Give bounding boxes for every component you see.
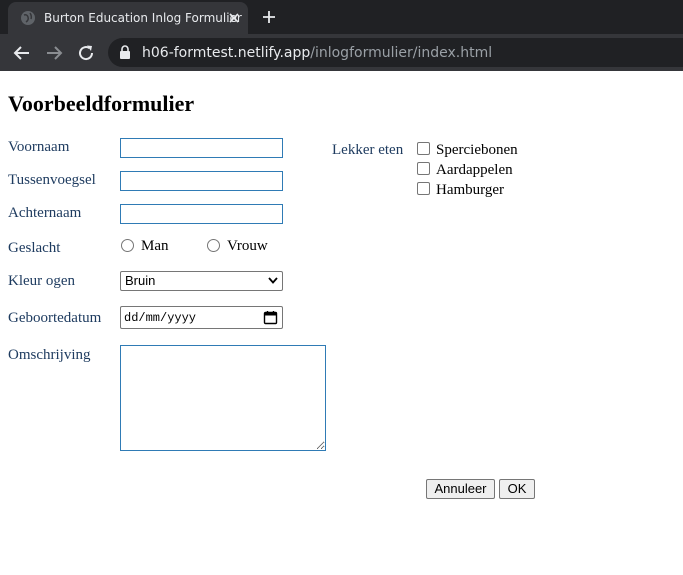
voornaam-label: Voornaam (8, 139, 70, 155)
achternaam-input[interactable] (120, 204, 283, 224)
browser-toolbar: h06-formtest.netlify.app/inlogformulier/… (0, 34, 683, 71)
geslacht-label: Geslacht (8, 240, 61, 256)
tussenvoegsel-input[interactable] (120, 171, 283, 191)
globe-icon (21, 11, 35, 25)
geboortedatum-input[interactable]: dd/mm/yyyy (120, 306, 283, 329)
date-placeholder: dd/mm/yyyy (124, 311, 197, 325)
omschrijving-textarea[interactable] (120, 345, 326, 451)
kleur-ogen-select[interactable]: Bruin (120, 271, 283, 291)
calendar-icon[interactable] (263, 310, 278, 325)
checkbox-aardappelen-label: Aardappelen (436, 162, 513, 178)
cancel-button[interactable]: Annuleer (426, 479, 495, 499)
url-path: /inlogformulier/index.html (310, 45, 493, 61)
voornaam-input[interactable] (120, 138, 283, 158)
achternaam-label: Achternaam (8, 205, 82, 221)
lekker-eten-label: Lekker eten (332, 142, 404, 158)
chevron-down-icon (268, 277, 278, 284)
browser-chrome: Burton Education Inlog Formulier h06-for… (0, 0, 683, 71)
checkbox-sperciebonen[interactable] (417, 142, 430, 155)
ok-button[interactable]: OK (499, 479, 535, 499)
url-text: h06-formtest.netlify.app/inlogformulier/… (142, 45, 492, 61)
checkbox-hamburger-label: Hamburger (436, 182, 505, 198)
radio-vrouw-label: Vrouw (227, 238, 268, 254)
lock-icon[interactable] (118, 45, 132, 60)
page-content: Voorbeeldformulier Voornaam Tussenvoegse… (0, 71, 683, 575)
checkbox-aardappelen[interactable] (417, 162, 430, 175)
reload-icon[interactable] (77, 44, 95, 62)
page-title: Voorbeeldformulier (8, 91, 195, 116)
browser-tab[interactable]: Burton Education Inlog Formulier (8, 2, 248, 34)
radio-man-label: Man (141, 238, 169, 254)
radio-vrouw[interactable] (207, 239, 220, 252)
checkbox-sperciebonen-label: Sperciebonen (436, 142, 518, 158)
new-tab-icon[interactable] (261, 9, 277, 25)
radio-man[interactable] (121, 239, 134, 252)
kleur-ogen-value: Bruin (125, 273, 156, 288)
url-host: h06-formtest.netlify.app (142, 45, 311, 61)
close-icon[interactable] (226, 10, 242, 26)
address-bar[interactable]: h06-formtest.netlify.app/inlogformulier/… (108, 38, 683, 67)
geboortedatum-label: Geboortedatum (8, 310, 102, 326)
checkbox-hamburger[interactable] (417, 182, 430, 195)
forward-arrow-icon[interactable] (45, 44, 63, 62)
tussenvoegsel-label: Tussenvoegsel (8, 172, 96, 188)
back-arrow-icon[interactable] (13, 44, 31, 62)
omschrijving-label: Omschrijving (8, 347, 91, 363)
tab-title: Burton Education Inlog Formulier (44, 11, 242, 25)
kleur-ogen-label: Kleur ogen (8, 273, 76, 289)
